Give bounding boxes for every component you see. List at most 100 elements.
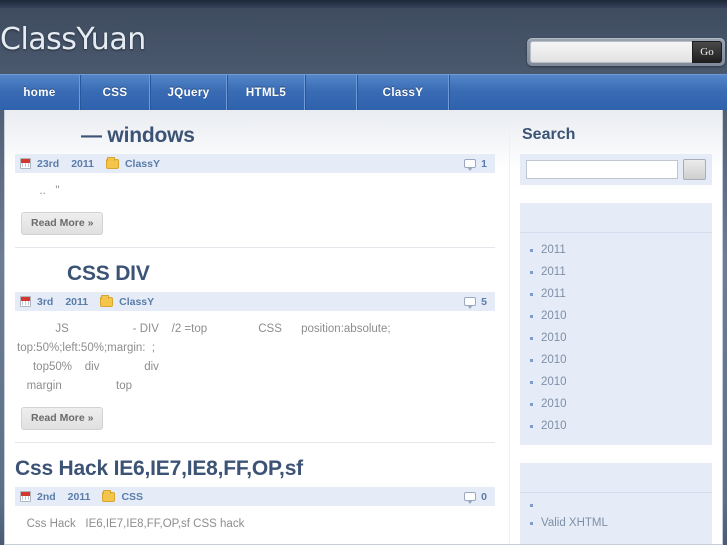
- calendar-icon: [20, 491, 31, 503]
- post-category[interactable]: ClassY: [119, 296, 154, 308]
- post-comment-count: 5: [481, 295, 487, 308]
- archive-link[interactable]: 2010: [520, 415, 712, 437]
- site-header: ClassYuan Go: [0, 0, 727, 74]
- archive-link[interactable]: 2010: [520, 349, 712, 371]
- calendar-icon: [20, 158, 31, 170]
- archive-link[interactable]: 2010: [520, 305, 712, 327]
- archive-link[interactable]: 2011: [520, 283, 712, 305]
- comment-icon: [464, 297, 477, 310]
- nav-item-css[interactable]: CSS: [80, 75, 150, 110]
- post: Css Hack IE6,IE7,IE8,FF,OP,sf 2nd 2011 CSS 0…: [15, 442, 495, 542]
- archive-link-label: 2010: [541, 332, 567, 344]
- sidebar-search-bar: [520, 154, 712, 185]
- site-logo[interactable]: ClassYuan: [0, 22, 146, 57]
- sidebar-search-button[interactable]: [683, 159, 706, 180]
- comment-icon: [464, 159, 477, 172]
- post-title[interactable]: Css Hack IE6,IE7,IE8,FF,OP,sf: [15, 457, 495, 480]
- post-body: JS - DIV /2 =top CSS position:absolute; …: [17, 323, 391, 393]
- sidebar-search-input[interactable]: [526, 160, 678, 179]
- nav-item-classy[interactable]: ClassY: [357, 75, 449, 110]
- meta-list: Valid XHTML: [520, 493, 712, 544]
- meta-widget-heading: [520, 463, 712, 493]
- meta-link[interactable]: [520, 499, 712, 512]
- folder-icon: [100, 294, 114, 307]
- archive-link[interactable]: 2010: [520, 327, 712, 349]
- post-body: Css Hack IE6,IE7,IE8,FF,OP,sf CSS hack: [17, 518, 245, 531]
- archives-widget-heading: [520, 203, 712, 233]
- post: CSS DIV 3rd 2011 ClassY 5 JS - DIV /2 =top C…: [15, 247, 495, 442]
- post: — windows 23rd 2011 ClassY 1 .. " Read More »: [15, 124, 495, 247]
- meta-link[interactable]: Valid XHTML: [520, 512, 712, 534]
- header-search-input[interactable]: [530, 41, 693, 63]
- bullet-icon: [530, 424, 533, 428]
- archive-link-label: 2010: [541, 420, 567, 432]
- post-category[interactable]: CSS: [121, 491, 143, 503]
- bullet-icon: [530, 314, 533, 318]
- read-more-button[interactable]: Read More »: [21, 212, 104, 236]
- archive-link-label: 2010: [541, 376, 567, 388]
- post-title[interactable]: — windows: [15, 124, 495, 147]
- post-date-year[interactable]: 2011: [65, 296, 88, 308]
- meta-widget: Valid XHTML: [520, 463, 712, 544]
- header-search-go-button[interactable]: Go: [692, 41, 722, 63]
- archive-link[interactable]: 2010: [520, 371, 712, 393]
- content-wrapper: — windows 23rd 2011 ClassY 1 .. " Read More »…: [4, 110, 723, 545]
- archive-link-label: 2011: [541, 244, 566, 256]
- post-date-day[interactable]: 23rd: [37, 158, 59, 170]
- bullet-icon: [530, 402, 533, 406]
- bullet-icon: [530, 358, 533, 362]
- post-body: .. ": [17, 185, 60, 198]
- archive-link-label: 2010: [541, 310, 567, 322]
- nav-item-home[interactable]: home: [0, 75, 80, 110]
- archive-link-label: 2010: [541, 398, 567, 410]
- post-meta-right[interactable]: 0: [464, 490, 487, 505]
- sidebar-title: Search: [522, 126, 576, 143]
- post-comment-count: 1: [481, 157, 487, 170]
- post-meta-right[interactable]: 1: [464, 157, 487, 172]
- post-meta-left: 2nd 2011 CSS: [20, 489, 464, 503]
- archive-link-label: 2011: [541, 288, 566, 300]
- archives-widget: 2011 2011 2011 2010 2010 2010 2010 2010 2010: [520, 203, 712, 445]
- post-meta-left: 3rd 2011 ClassY: [20, 294, 464, 308]
- archives-list: 2011 2011 2011 2010 2010 2010 2010 2010 2010: [520, 233, 712, 445]
- calendar-icon: [20, 296, 31, 308]
- post-comment-count: 0: [481, 490, 487, 503]
- bullet-icon: [530, 292, 533, 296]
- nav-item-html5[interactable]: HTML5: [227, 75, 305, 110]
- archive-link-label: 2011: [541, 266, 566, 278]
- bullet-icon: [530, 380, 533, 384]
- meta-link-label: Valid XHTML: [541, 517, 608, 529]
- archive-link[interactable]: 2011: [520, 239, 712, 261]
- nav-item-jquery[interactable]: JQuery: [150, 75, 227, 110]
- post-date-year[interactable]: 2011: [71, 158, 94, 170]
- post-title[interactable]: CSS DIV: [15, 262, 495, 285]
- sidebar: Search 2011 2011 2011 2010 2010 2010 2010 2010 2…: [509, 110, 722, 544]
- post-meta: 3rd 2011 ClassY 5: [15, 292, 495, 312]
- page-root: ClassYuan Go home CSS JQuery HTML5 ClassY — …: [0, 0, 727, 545]
- post-meta-right[interactable]: 5: [464, 295, 487, 310]
- post-date-day[interactable]: 2nd: [37, 491, 56, 503]
- nav-item-blank-4[interactable]: [305, 75, 357, 110]
- folder-icon: [102, 489, 116, 502]
- folder-icon: [105, 156, 119, 169]
- post-meta: 2nd 2011 CSS 0: [15, 487, 495, 507]
- archive-link[interactable]: 2010: [520, 393, 712, 415]
- bullet-icon: [530, 336, 533, 340]
- post-meta-left: 23rd 2011 ClassY: [20, 156, 464, 170]
- main-column: — windows 23rd 2011 ClassY 1 .. " Read More »…: [5, 110, 509, 544]
- bullet-icon: [530, 521, 533, 525]
- bullet-icon: [530, 270, 533, 274]
- comment-icon: [464, 492, 477, 505]
- post-category[interactable]: ClassY: [125, 158, 160, 170]
- header-search-bar: Go: [527, 38, 725, 66]
- read-more-button[interactable]: Read More »: [21, 407, 104, 431]
- archive-link-label: 2010: [541, 354, 567, 366]
- post-meta: 23rd 2011 ClassY 1: [15, 154, 495, 174]
- main-navigation: home CSS JQuery HTML5 ClassY: [0, 74, 727, 110]
- bullet-icon: [530, 504, 533, 507]
- archive-link[interactable]: 2011: [520, 261, 712, 283]
- post-date-day[interactable]: 3rd: [37, 296, 53, 308]
- nav-item-blank-6[interactable]: [449, 75, 727, 110]
- post-date-year[interactable]: 2011: [68, 491, 91, 503]
- bullet-icon: [530, 248, 533, 252]
